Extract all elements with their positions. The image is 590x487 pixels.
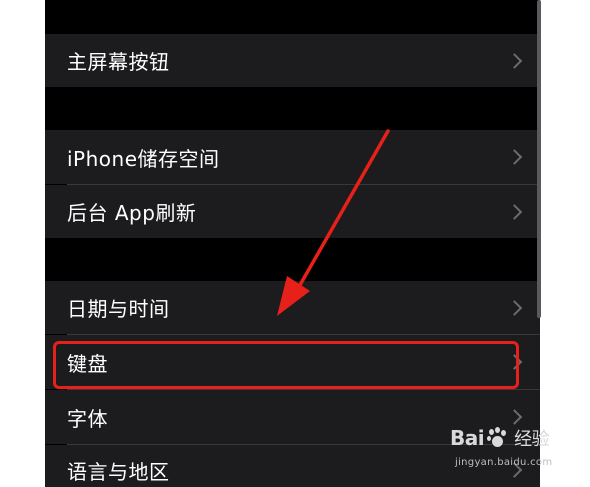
- watermark-logo-right: 经验: [514, 429, 550, 450]
- watermark-url: jingyan.baidu.com: [455, 457, 553, 468]
- screenshot-stage: 主屏幕按钮 iPhone储存空间 后台 App刷新 日期与时间 键盘 字体 语言…: [0, 0, 590, 487]
- watermark-logo-left: Bai: [450, 426, 485, 450]
- annotation-arrow-icon: [277, 129, 390, 316]
- watermark: Bai 经验 jingyan.baidu.com: [450, 425, 590, 485]
- paw-icon: [486, 427, 508, 449]
- baidu-logo: Bai 经验: [450, 425, 550, 451]
